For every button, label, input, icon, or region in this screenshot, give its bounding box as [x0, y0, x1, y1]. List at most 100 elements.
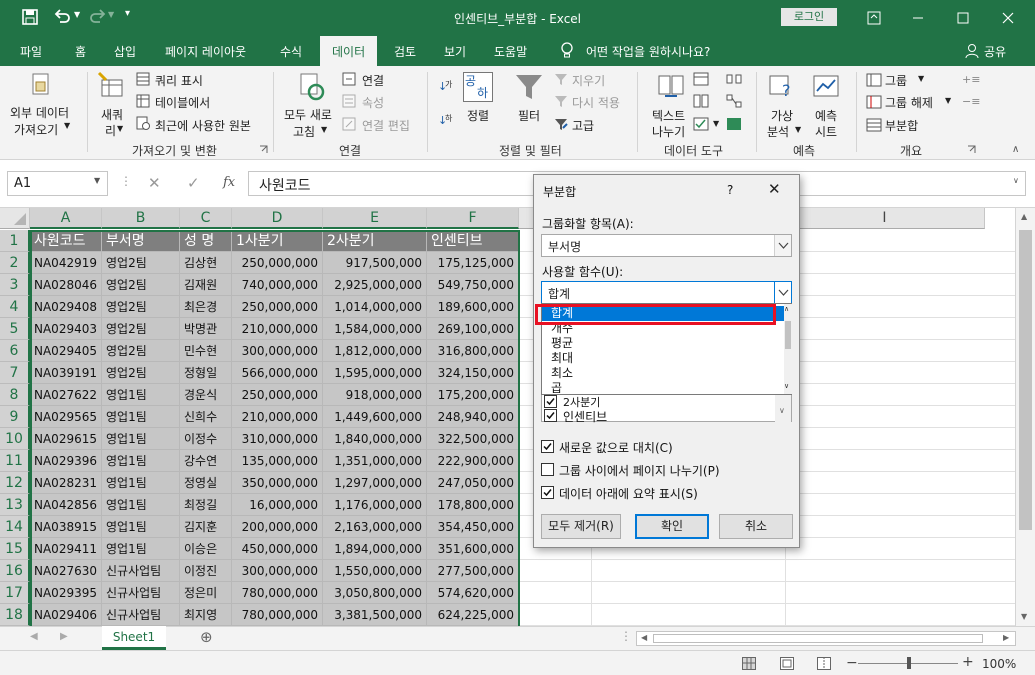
sheet-tab-sheet1[interactable]: Sheet1 [102, 626, 166, 650]
table-cell[interactable]: 1,584,000,000 [323, 318, 427, 340]
name-box[interactable]: A1 [7, 171, 108, 196]
table-cell[interactable]: 780,000,000 [232, 604, 323, 626]
table-cell[interactable]: 175,200,000 [427, 384, 519, 406]
table-cell[interactable]: 영업1팀 [102, 538, 180, 560]
login-button[interactable]: 로그인 [781, 8, 837, 26]
table-cell[interactable]: 175,125,000 [427, 252, 519, 274]
table-cell[interactable]: 1,812,000,000 [323, 340, 427, 362]
row-header-9[interactable]: 9 [0, 406, 30, 428]
table-cell[interactable]: 1,014,000,000 [323, 296, 427, 318]
advanced-button[interactable]: 고급 [572, 117, 594, 134]
refresh-all-label-1[interactable]: 모두 새로 [284, 106, 332, 123]
data-model-icon[interactable] [726, 117, 742, 131]
table-cell[interactable]: 3,050,800,000 [323, 582, 427, 604]
table-cell[interactable]: NA038915 [30, 516, 102, 538]
row-header-18[interactable]: 18 [0, 604, 30, 626]
dialog-close-icon[interactable]: ✕ [768, 180, 781, 198]
remove-all-button[interactable]: 모두 제거(R) [541, 514, 621, 539]
refresh-dropdown-icon[interactable]: ▼ [321, 125, 327, 134]
table-cell[interactable]: 이승은 [180, 538, 232, 560]
table-header-cell[interactable]: 2사분기 [323, 230, 427, 252]
tab-home[interactable]: 홈 [75, 43, 86, 60]
sheet-prev-icon[interactable]: ◀ [30, 631, 38, 642]
group-by-select[interactable]: 부서명 [541, 234, 792, 257]
tab-file[interactable]: 파일 [20, 43, 42, 60]
table-cell[interactable]: 1,840,000,000 [323, 428, 427, 450]
zoom-slider-thumb[interactable] [907, 657, 911, 669]
table-cell[interactable]: 247,050,000 [427, 472, 519, 494]
table-cell[interactable]: 최지영 [180, 604, 232, 626]
table-cell[interactable]: 322,500,000 [427, 428, 519, 450]
minimize-icon[interactable] [908, 8, 928, 28]
field-checkbox-q2[interactable] [544, 395, 557, 408]
group-button[interactable]: 그룹 [885, 72, 907, 89]
row-header-1[interactable]: 1 [0, 230, 30, 252]
consolidate-icon[interactable] [726, 72, 742, 86]
reapply-button[interactable]: 다시 적용 [572, 94, 620, 111]
table-cell[interactable]: NA029411 [30, 538, 102, 560]
sort-ascending-icon[interactable]: ↓ 가 [438, 78, 454, 94]
sort-button[interactable]: 정렬 [467, 107, 489, 124]
function-select[interactable]: 합계 [541, 281, 792, 304]
new-query-label-2[interactable]: 리 [105, 122, 116, 139]
table-cell[interactable]: 민수현 [180, 340, 232, 362]
table-cell[interactable]: 경운식 [180, 384, 232, 406]
zoom-out-icon[interactable]: − [846, 655, 858, 671]
horizontal-scroll-thumb[interactable] [653, 634, 983, 643]
table-cell[interactable]: NA029405 [30, 340, 102, 362]
show-detail-icon[interactable]: +≡ [962, 73, 980, 86]
close-window-icon[interactable] [998, 8, 1018, 28]
what-if-dropdown-icon[interactable]: ▼ [795, 125, 801, 134]
table-cell[interactable]: 신희수 [180, 406, 232, 428]
table-cell[interactable]: 최정길 [180, 494, 232, 516]
table-cell[interactable]: 1,894,000,000 [323, 538, 427, 560]
table-cell[interactable]: 740,000,000 [232, 274, 323, 296]
row-header-7[interactable]: 7 [0, 362, 30, 384]
table-cell[interactable]: 210,000,000 [232, 406, 323, 428]
table-cell[interactable]: 정형일 [180, 362, 232, 384]
external-data-label-1[interactable]: 외부 데이터 [10, 104, 69, 121]
table-cell[interactable]: 354,450,000 [427, 516, 519, 538]
table-cell[interactable]: 김상현 [180, 252, 232, 274]
table-cell[interactable]: 1,595,000,000 [323, 362, 427, 384]
table-cell[interactable]: 1,550,000,000 [323, 560, 427, 582]
function-option-average[interactable]: 평균 [542, 336, 784, 351]
connections-button[interactable]: 연결 [362, 72, 384, 89]
function-option-product[interactable]: 곱 [542, 381, 784, 393]
row-header-16[interactable]: 16 [0, 560, 30, 582]
table-header-cell[interactable]: 사원코드 [30, 230, 102, 252]
table-cell[interactable]: 549,750,000 [427, 274, 519, 296]
table-cell[interactable]: 277,500,000 [427, 560, 519, 582]
summary-below-checkbox[interactable] [541, 486, 554, 499]
row-header-15[interactable]: 15 [0, 538, 30, 560]
table-header-cell[interactable]: 부서명 [102, 230, 180, 252]
table-cell[interactable]: 영업2팀 [102, 252, 180, 274]
collapse-ribbon-icon[interactable]: ∧ [1012, 144, 1019, 155]
table-cell[interactable]: 16,000,000 [232, 494, 323, 516]
table-cell[interactable]: 이정수 [180, 428, 232, 450]
row-header-8[interactable]: 8 [0, 384, 30, 406]
table-cell[interactable]: 250,000,000 [232, 384, 323, 406]
table-cell[interactable]: 영업2팀 [102, 340, 180, 362]
column-header-i[interactable]: I [785, 208, 985, 229]
table-cell[interactable]: 250,000,000 [232, 252, 323, 274]
row-header-14[interactable]: 14 [0, 516, 30, 538]
function-option-min[interactable]: 최소 [542, 366, 784, 381]
tab-formulas[interactable]: 수식 [280, 43, 302, 60]
maximize-icon[interactable] [953, 8, 973, 28]
table-cell[interactable]: NA042919 [30, 252, 102, 274]
table-cell[interactable]: 영업1팀 [102, 428, 180, 450]
scroll-thumb[interactable] [1019, 230, 1032, 530]
zoom-level[interactable]: 100% [982, 657, 1016, 671]
horizontal-scrollbar[interactable]: ◀ ▶ [636, 631, 1016, 646]
table-cell[interactable]: NA039191 [30, 362, 102, 384]
table-cell[interactable]: 정영실 [180, 472, 232, 494]
relationships-icon[interactable] [726, 94, 742, 108]
from-table-button[interactable]: 테이블에서 [155, 94, 210, 111]
row-header-17[interactable]: 17 [0, 582, 30, 604]
table-cell[interactable]: 강수연 [180, 450, 232, 472]
row-header-3[interactable]: 3 [0, 274, 30, 296]
group-dropdown-icon[interactable]: ▼ [918, 74, 924, 83]
tab-data[interactable]: 데이터 [320, 36, 378, 66]
scroll-left-icon[interactable]: ◀ [641, 633, 647, 642]
